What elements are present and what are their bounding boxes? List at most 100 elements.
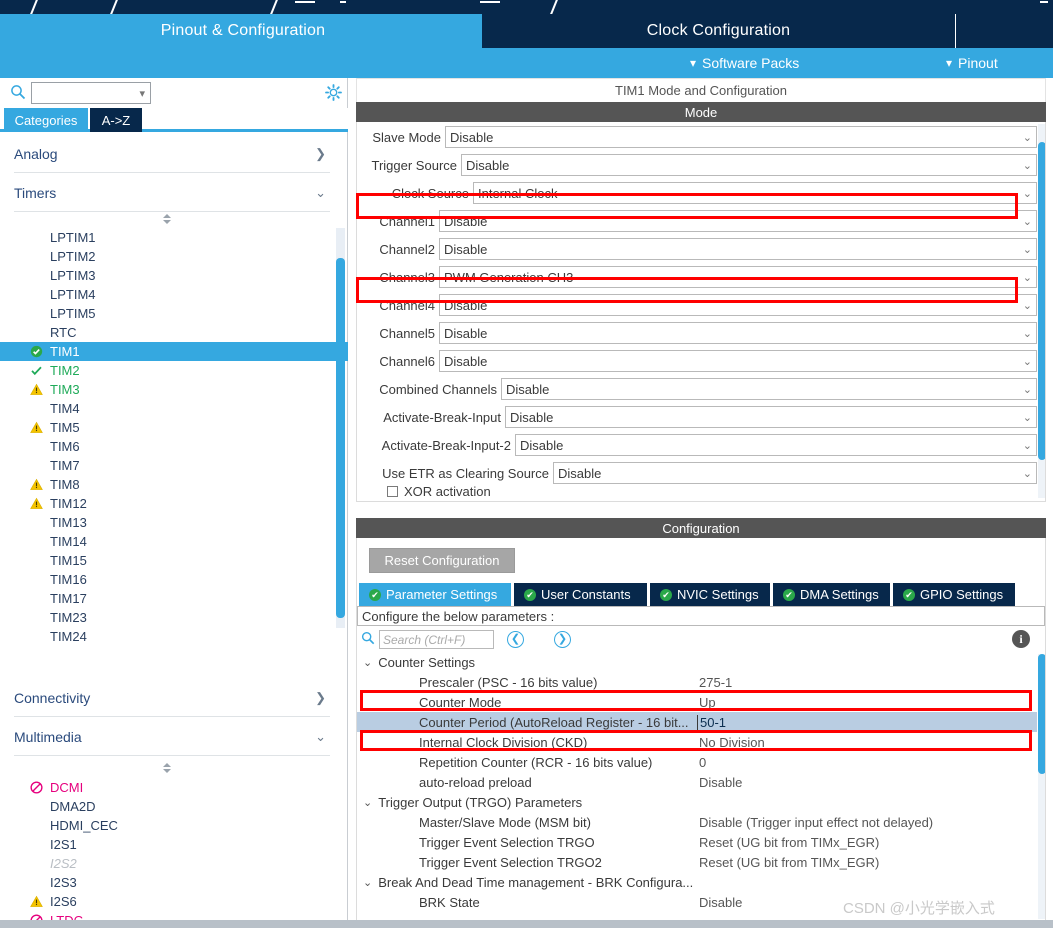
sidebar-item-tim8[interactable]: TIM8 bbox=[0, 475, 348, 494]
mode-row-dropdown[interactable]: PWM Generation CH3 ⌄ bbox=[439, 266, 1037, 288]
reset-configuration-button[interactable]: Reset Configuration bbox=[369, 548, 515, 573]
tab-dma-settings[interactable]: ✔ DMA Settings bbox=[773, 583, 890, 606]
search-icon bbox=[361, 631, 377, 647]
software-packs-menu[interactable]: ▾ Software Packs bbox=[690, 48, 799, 78]
table-row[interactable]: Counter Mode Up bbox=[357, 692, 1037, 712]
chevron-down-icon[interactable]: ⌄ bbox=[363, 656, 372, 669]
sidebar-item-tim16[interactable]: TIM16 bbox=[0, 570, 348, 589]
tab-user-constants[interactable]: ✔ User Constants bbox=[514, 583, 647, 606]
info-icon[interactable]: i bbox=[1012, 630, 1030, 648]
parameter-group-row[interactable]: ⌄ Break And Dead Time management - BRK Co… bbox=[357, 872, 1037, 892]
parameter-value[interactable]: Disable bbox=[697, 775, 1037, 790]
parameter-value[interactable]: 275-1 bbox=[697, 675, 1037, 690]
table-row[interactable]: Master/Slave Mode (MSM bit) Disable (Trig… bbox=[357, 812, 1037, 832]
gear-icon[interactable] bbox=[325, 84, 342, 101]
mode-row-dropdown[interactable]: Disable ⌄ bbox=[501, 378, 1037, 400]
mode-row-dropdown[interactable]: Disable ⌄ bbox=[439, 322, 1037, 344]
parameter-group-row[interactable]: ⌄ Trigger Output (TRGO) Parameters bbox=[357, 792, 1037, 812]
sidebar-item-lptim2[interactable]: LPTIM2 bbox=[0, 247, 348, 266]
parameter-search-input[interactable]: Search (Ctrl+F) bbox=[379, 630, 494, 649]
mode-row-dropdown[interactable]: Disable ⌄ bbox=[505, 406, 1037, 428]
table-row[interactable]: Trigger Event Selection TRGO Reset (UG bi… bbox=[357, 832, 1037, 852]
parameter-group-row[interactable]: ⌄ Counter Settings bbox=[357, 652, 1037, 672]
parameter-value[interactable]: No Division bbox=[697, 735, 1037, 750]
parameter-value[interactable]: Disable (Trigger input effect not delaye… bbox=[697, 815, 1037, 830]
sidebar-item-rtc[interactable]: RTC bbox=[0, 323, 348, 342]
mode-row-dropdown[interactable]: Disable ⌄ bbox=[439, 238, 1037, 260]
sidebar-item-dma2d[interactable]: DMA2D bbox=[0, 797, 348, 816]
parameter-scrollbar-thumb[interactable] bbox=[1038, 654, 1045, 774]
sidebar-item-tim1[interactable]: TIM1 bbox=[0, 342, 348, 361]
sidebar-section-connectivity[interactable]: Connectivity ❯ bbox=[14, 679, 330, 717]
tab-parameter-settings[interactable]: ✔ Parameter Settings bbox=[359, 583, 511, 606]
timers-scrollbar[interactable] bbox=[336, 228, 345, 628]
multimedia-scroll-handle[interactable] bbox=[160, 761, 174, 775]
sidebar-item-tim5[interactable]: TIM5 bbox=[0, 418, 348, 437]
parameter-value[interactable]: Reset (UG bit from TIMx_EGR) bbox=[697, 855, 1037, 870]
table-row[interactable]: Repetition Counter (RCR - 16 bits value)… bbox=[357, 752, 1037, 772]
sidebar-item-tim7[interactable]: TIM7 bbox=[0, 456, 348, 475]
mode-row-dropdown[interactable]: Disable ⌄ bbox=[439, 210, 1037, 232]
tab-clock-configuration[interactable]: Clock Configuration bbox=[482, 14, 955, 48]
pinout-menu[interactable]: ▾ Pinout bbox=[946, 48, 998, 78]
parameter-value[interactable]: 0 bbox=[697, 755, 1037, 770]
tab-categories[interactable]: Categories bbox=[4, 108, 88, 132]
sidebar-item-lptim3[interactable]: LPTIM3 bbox=[0, 266, 348, 285]
xor-activation-checkbox[interactable] bbox=[387, 486, 398, 497]
parameter-value[interactable]: Up bbox=[697, 695, 1037, 710]
mode-row-dropdown[interactable]: Disable ⌄ bbox=[445, 126, 1037, 148]
sidebar-item-tim2[interactable]: TIM2 bbox=[0, 361, 348, 380]
sidebar-item-tim6[interactable]: TIM6 bbox=[0, 437, 348, 456]
chevron-right-circle-icon[interactable]: ❯ bbox=[554, 631, 571, 648]
chevron-down-icon[interactable]: ⌄ bbox=[363, 796, 372, 809]
sidebar-item-lptim5[interactable]: LPTIM5 bbox=[0, 304, 348, 323]
xor-activation-row[interactable]: XOR activation bbox=[387, 484, 491, 499]
table-row[interactable]: Counter Period (AutoReload Register - 16… bbox=[357, 712, 1037, 732]
sidebar-item-tim15[interactable]: TIM15 bbox=[0, 551, 348, 570]
mode-row-dropdown[interactable]: Disable ⌄ bbox=[553, 462, 1037, 484]
sidebar-item-tim24[interactable]: TIM24 bbox=[0, 627, 348, 646]
mode-scrollbar-thumb[interactable] bbox=[1038, 142, 1045, 460]
sidebar-item-i2s3[interactable]: I2S3 bbox=[0, 873, 348, 892]
sidebar-section-timers[interactable]: Timers ⌄ bbox=[14, 174, 330, 212]
table-row[interactable]: Prescaler (PSC - 16 bits value) 275-1 bbox=[357, 672, 1037, 692]
sidebar-item-tim4[interactable]: TIM4 bbox=[0, 399, 348, 418]
sidebar-item-tim23[interactable]: TIM23 bbox=[0, 608, 348, 627]
tab-pinout-configuration[interactable]: Pinout & Configuration bbox=[8, 14, 478, 48]
mode-row-dropdown[interactable]: Disable ⌄ bbox=[515, 434, 1037, 456]
sidebar-item-i2s1[interactable]: I2S1 bbox=[0, 835, 348, 854]
search-input[interactable]: ▾ bbox=[31, 82, 151, 104]
mode-row-dropdown[interactable]: Disable ⌄ bbox=[439, 294, 1037, 316]
table-row[interactable]: Trigger Event Selection TRGO2 Reset (UG b… bbox=[357, 852, 1037, 872]
sidebar-item-i2s2[interactable]: I2S2 bbox=[0, 854, 348, 873]
sidebar-section-analog[interactable]: Analog ❯ bbox=[14, 135, 330, 173]
sidebar-item-hdmi_cec[interactable]: HDMI_CEC bbox=[0, 816, 348, 835]
tab-a-to-z[interactable]: A->Z bbox=[90, 108, 142, 132]
timers-scrollbar-thumb[interactable] bbox=[336, 258, 345, 618]
table-row[interactable]: auto-reload preload Disable bbox=[357, 772, 1037, 792]
tab-gpio-settings[interactable]: ✔ GPIO Settings bbox=[893, 583, 1015, 606]
timers-scroll-handle[interactable] bbox=[160, 212, 174, 226]
sidebar-item-lptim4[interactable]: LPTIM4 bbox=[0, 285, 348, 304]
sidebar-item-i2s6[interactable]: I2S6 bbox=[0, 892, 348, 911]
mode-row-dropdown[interactable]: Disable ⌄ bbox=[439, 350, 1037, 372]
sidebar-section-multimedia[interactable]: Multimedia ⌄ bbox=[14, 718, 330, 756]
chevron-left-circle-icon[interactable]: ❮ bbox=[507, 631, 524, 648]
sidebar-item-tim13[interactable]: TIM13 bbox=[0, 513, 348, 532]
mode-scrollbar[interactable] bbox=[1038, 124, 1045, 498]
sidebar-item-lptim1[interactable]: LPTIM1 bbox=[0, 228, 348, 247]
mode-row-dropdown[interactable]: Disable ⌄ bbox=[461, 154, 1037, 176]
sidebar-item-tim12[interactable]: TIM12 bbox=[0, 494, 348, 513]
sidebar-item-tim14[interactable]: TIM14 bbox=[0, 532, 348, 551]
parameter-scrollbar[interactable] bbox=[1038, 654, 1045, 919]
chevron-down-icon[interactable]: ⌄ bbox=[363, 876, 372, 889]
sidebar-item-tim3[interactable]: TIM3 bbox=[0, 380, 348, 399]
tab-overflow[interactable] bbox=[956, 14, 1053, 48]
parameter-value[interactable]: 50-1 bbox=[697, 714, 1037, 730]
tab-nvic-settings[interactable]: ✔ NVIC Settings bbox=[650, 583, 770, 606]
sidebar-item-dcmi[interactable]: DCMI bbox=[0, 778, 348, 797]
sidebar-item-tim17[interactable]: TIM17 bbox=[0, 589, 348, 608]
mode-row-dropdown[interactable]: Internal Clock ⌄ bbox=[473, 182, 1037, 204]
table-row[interactable]: Internal Clock Division (CKD) No Division bbox=[357, 732, 1037, 752]
parameter-value[interactable]: Reset (UG bit from TIMx_EGR) bbox=[697, 835, 1037, 850]
